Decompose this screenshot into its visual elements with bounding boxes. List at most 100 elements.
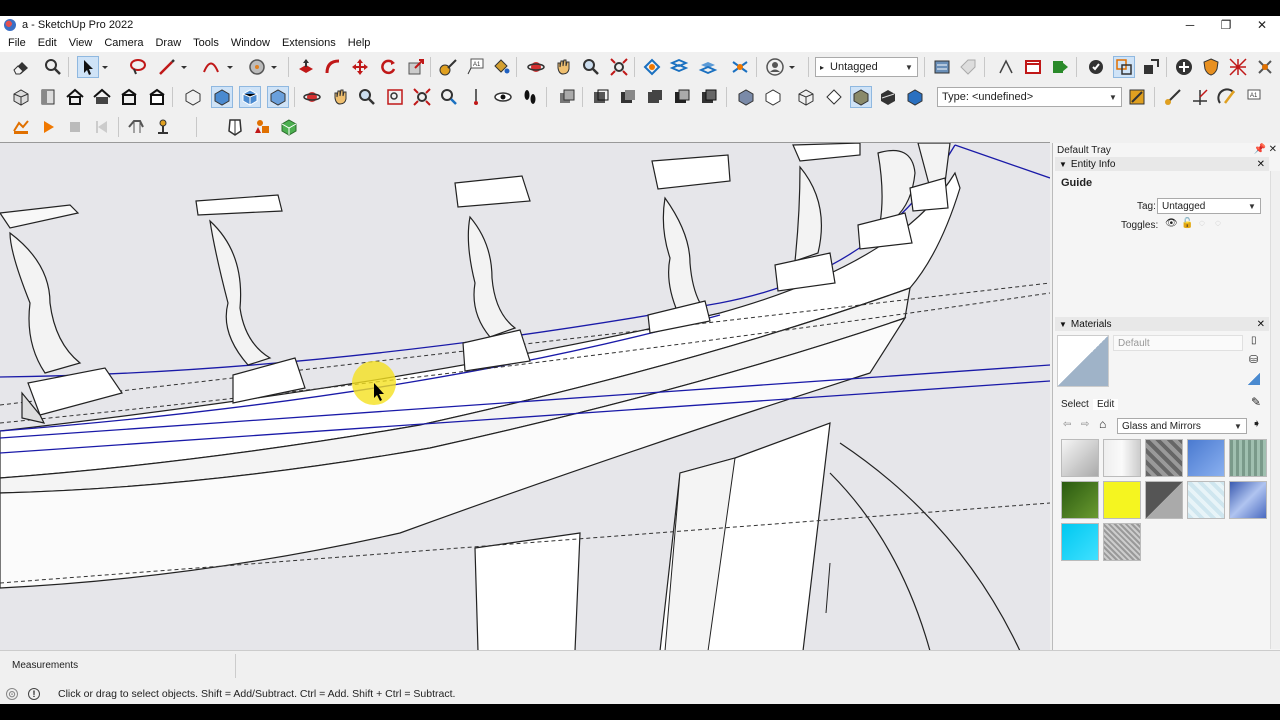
left-view-icon[interactable]	[146, 86, 168, 108]
zoom-extents-icon[interactable]	[608, 56, 630, 78]
section-display-icon[interactable]	[668, 56, 690, 78]
add-location-icon[interactable]	[152, 116, 174, 138]
menu-edit[interactable]: Edit	[32, 37, 63, 49]
tag-icon[interactable]	[957, 56, 979, 78]
color-by-tag-icon[interactable]	[1126, 86, 1148, 108]
walk-icon[interactable]	[519, 86, 541, 108]
shaded-textures-icon[interactable]	[267, 86, 289, 108]
entity-type-dropdown[interactable]: Type: <undefined> ▼	[937, 87, 1122, 107]
step-back-icon[interactable]	[91, 116, 113, 138]
extension-manager-icon[interactable]	[1085, 56, 1107, 78]
close-button[interactable]: ✕	[1244, 16, 1280, 34]
eraser-icon[interactable]	[10, 56, 32, 78]
eyedropper-icon[interactable]: ✎	[1251, 395, 1261, 409]
pin-icon[interactable]: 📌	[1254, 144, 1266, 155]
hidden-line-style-icon[interactable]	[823, 86, 845, 108]
section-tool-icon[interactable]	[125, 116, 147, 138]
tape-measure-icon[interactable]	[437, 56, 459, 78]
pan-hand-icon[interactable]	[552, 56, 574, 78]
scale-icon[interactable]	[405, 56, 427, 78]
scenes-icon[interactable]	[1022, 56, 1044, 78]
protractor-icon[interactable]	[1216, 86, 1238, 108]
subtract-icon[interactable]	[671, 86, 693, 108]
minimize-button[interactable]: ─	[1172, 16, 1208, 34]
back-arrow-icon[interactable]: ⇦	[1063, 419, 1071, 430]
paint-bucket-icon[interactable]	[490, 56, 512, 78]
pencil-line-icon[interactable]	[156, 56, 178, 78]
material-swatch[interactable]	[1187, 439, 1225, 477]
lock-icon[interactable]: 🔓	[1181, 218, 1193, 229]
geo-location-icon[interactable]: ⊙	[6, 688, 18, 700]
maximize-button[interactable]: ❐	[1208, 16, 1244, 34]
outer-shell-icon[interactable]	[590, 86, 612, 108]
push-pull-icon[interactable]	[295, 56, 317, 78]
chevron-down-icon[interactable]	[178, 56, 190, 78]
material-swatch[interactable]	[1229, 481, 1267, 519]
shield-icon[interactable]	[1200, 56, 1222, 78]
union-icon[interactable]	[644, 86, 666, 108]
material-collection-dropdown[interactable]: Glass and Mirrors ▼	[1117, 418, 1247, 434]
xray-icon[interactable]	[182, 86, 204, 108]
material-swatch[interactable]	[1187, 481, 1225, 519]
menu-view[interactable]: View	[63, 37, 99, 49]
home-icon[interactable]: ⌂	[1099, 417, 1106, 431]
material-swatch[interactable]	[1145, 481, 1183, 519]
tab-edit[interactable]: Edit	[1093, 399, 1119, 410]
stop-icon[interactable]	[64, 116, 86, 138]
solid-tools-icon[interactable]	[556, 86, 578, 108]
move-icon[interactable]	[349, 56, 371, 78]
material-swatch[interactable]	[1145, 439, 1183, 477]
rotate-icon[interactable]	[377, 56, 399, 78]
close-icon[interactable]: ✕	[1257, 319, 1265, 330]
material-swatch[interactable]	[1061, 523, 1099, 561]
material-swatch[interactable]	[1103, 481, 1141, 519]
menu-help[interactable]: Help	[342, 37, 377, 49]
3d-warehouse-icon[interactable]	[278, 116, 300, 138]
eye-icon[interactable]: 👁	[1165, 218, 1178, 229]
wireframe-style-icon[interactable]	[795, 86, 817, 108]
sandbox-icon[interactable]	[10, 116, 32, 138]
menu-tools[interactable]: Tools	[187, 37, 225, 49]
tab-select[interactable]: Select	[1061, 399, 1089, 410]
info-icon[interactable]: !	[28, 688, 40, 700]
measurements-box[interactable]: Measurements	[2, 654, 236, 678]
position-camera-icon[interactable]	[465, 86, 487, 108]
arc-icon[interactable]	[200, 56, 222, 78]
material-swatch[interactable]	[1229, 439, 1267, 477]
materials-header[interactable]: ▼ Materials ✕	[1055, 317, 1269, 331]
text-label-icon[interactable]: A1	[465, 56, 487, 78]
hidden-line-icon[interactable]	[762, 86, 784, 108]
close-icon[interactable]: ✕	[1257, 159, 1265, 170]
circle-shape-icon[interactable]	[246, 56, 268, 78]
zoom-icon[interactable]	[356, 86, 378, 108]
chevron-down-icon[interactable]	[268, 56, 280, 78]
material-swatch[interactable]	[1103, 523, 1141, 561]
details-arrow-icon[interactable]: ➧	[1252, 417, 1261, 430]
shadow-cast-icon[interactable]: ◌	[1199, 218, 1205, 229]
forward-arrow-icon[interactable]: ⇨	[1081, 419, 1089, 430]
right-view-icon[interactable]	[118, 86, 140, 108]
menu-window[interactable]: Window	[225, 37, 276, 49]
iso-view-icon[interactable]	[10, 86, 32, 108]
zoom-extents-icon[interactable]	[411, 86, 433, 108]
menu-extensions[interactable]: Extensions	[276, 37, 342, 49]
shaded-style-icon[interactable]	[850, 86, 872, 108]
back-view-icon[interactable]	[91, 86, 113, 108]
zoom-window-icon[interactable]	[384, 86, 406, 108]
section-cuts-icon[interactable]	[697, 56, 719, 78]
tag-manager-icon[interactable]	[931, 56, 953, 78]
tray-scrollbar[interactable]	[1270, 171, 1280, 649]
search-icon[interactable]	[42, 56, 64, 78]
sample-paint-icon[interactable]: ▯	[1251, 335, 1257, 346]
trim-icon[interactable]	[698, 86, 720, 108]
material-name-field[interactable]: Default	[1113, 335, 1243, 351]
select-arrow-icon[interactable]	[77, 56, 99, 78]
solid-inspector-icon[interactable]	[224, 116, 246, 138]
material-swatch[interactable]	[1061, 439, 1099, 477]
styles-icon[interactable]	[995, 56, 1017, 78]
warehouse-icon[interactable]	[1140, 56, 1162, 78]
chevron-down-icon[interactable]	[786, 56, 798, 78]
menu-file[interactable]: File	[2, 37, 32, 49]
play-icon[interactable]	[37, 116, 59, 138]
monochrome-face-icon[interactable]	[735, 86, 757, 108]
